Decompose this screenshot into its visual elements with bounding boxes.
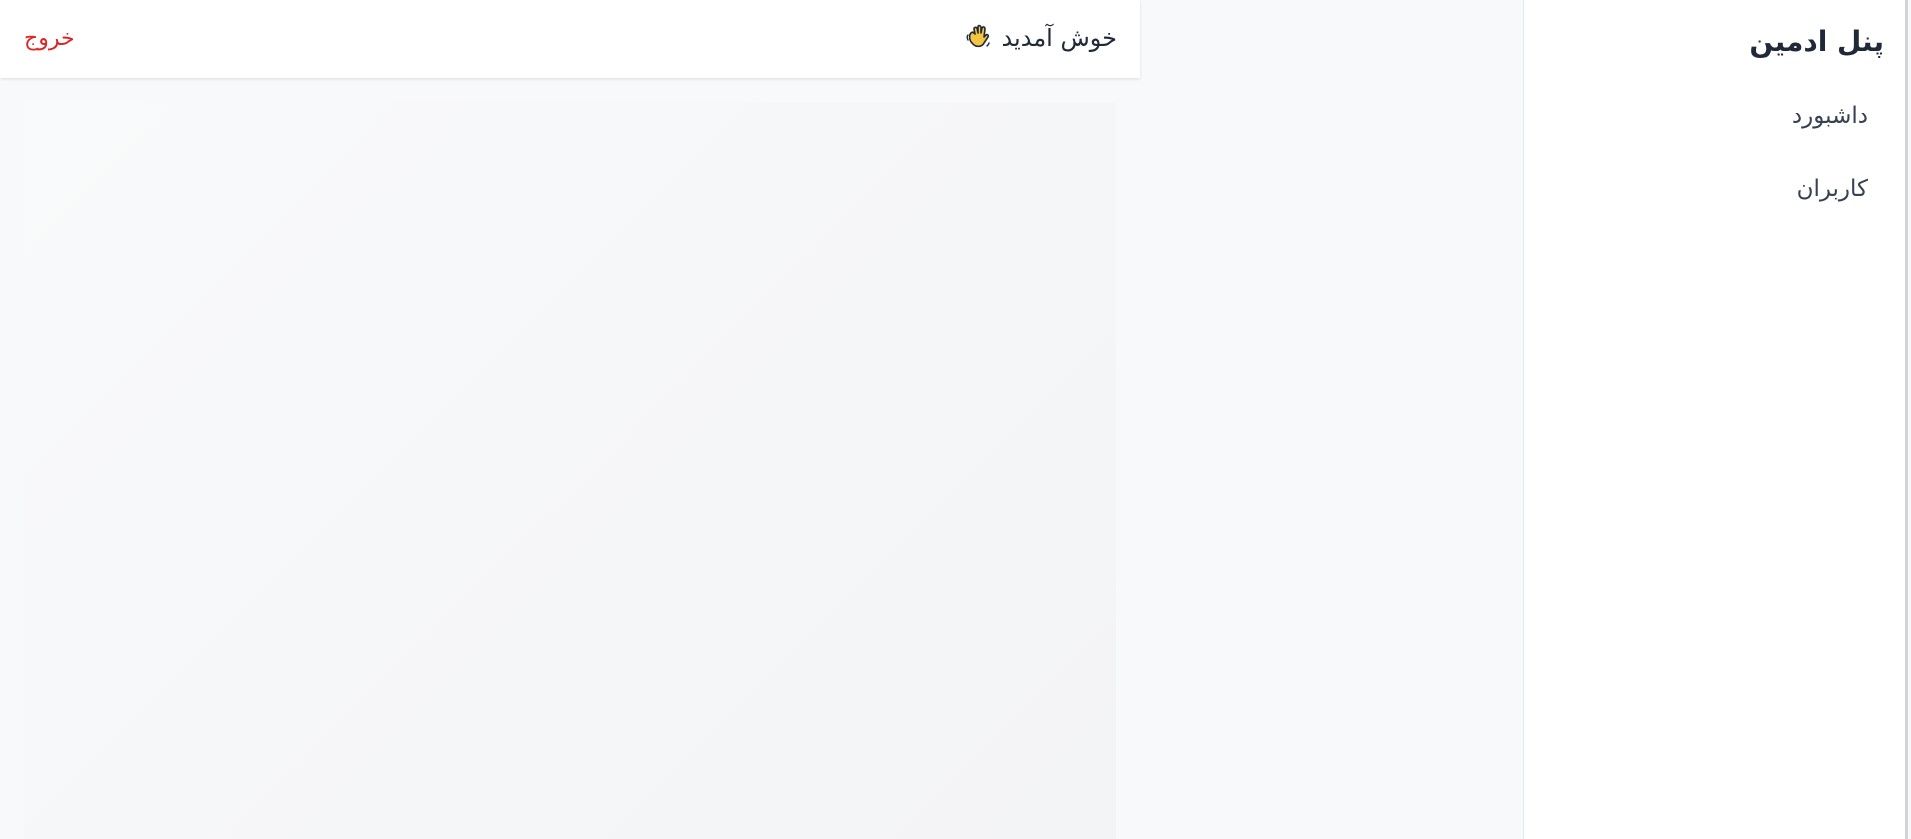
sidebar-item-dashboard[interactable]: داشبورد: [1792, 100, 1868, 132]
welcome-message: خوش آمدید: [963, 22, 1117, 54]
logout-button[interactable]: خروج: [24, 24, 75, 54]
scrollbar[interactable]: [1905, 0, 1908, 839]
sidebar: پنل ادمین داشبورد کاربران: [1523, 0, 1908, 839]
waving-hand-icon: [963, 23, 993, 53]
welcome-text: خوش آمدید: [1001, 24, 1117, 52]
topbar: خروج خوش آمدید: [0, 0, 1140, 78]
content-area: [24, 102, 1116, 839]
sidebar-title: پنل ادمین: [1749, 25, 1884, 58]
sidebar-item-users[interactable]: کاربران: [1797, 173, 1868, 205]
